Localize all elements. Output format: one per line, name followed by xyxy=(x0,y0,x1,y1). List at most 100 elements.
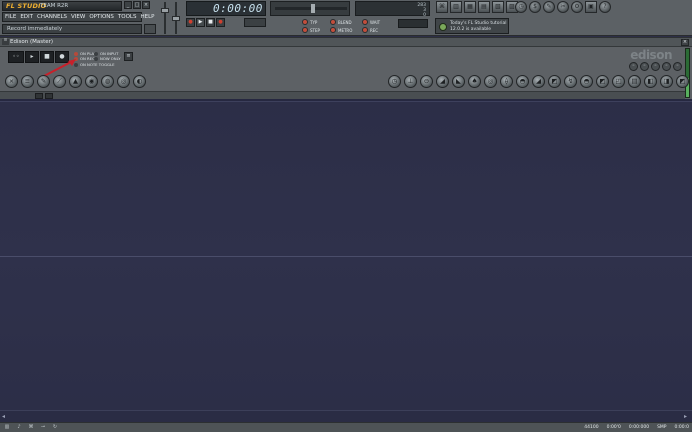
hint-options-button[interactable] xyxy=(144,24,156,34)
edison-vu-meter xyxy=(685,48,690,98)
maximize-button[interactable]: □ xyxy=(133,1,141,9)
tool-loop-icon[interactable]: ◎ xyxy=(117,75,130,88)
tool-reverse-icon[interactable]: ◓ xyxy=(580,75,593,88)
mode-on-play-radio[interactable] xyxy=(74,52,78,56)
menu-view[interactable]: VIEW xyxy=(69,14,87,20)
link-icon[interactable]: ⌘ xyxy=(436,1,448,13)
tool-search-icon[interactable]: ◐ xyxy=(133,75,146,88)
edison-options-button[interactable]: ≡ xyxy=(124,52,133,61)
tool-clubs-icon[interactable]: ♠ xyxy=(468,75,481,88)
menu-help[interactable]: HELP xyxy=(138,14,156,20)
tool-eye-icon[interactable]: ◉ xyxy=(85,75,98,88)
tool-half-icon[interactable]: ◓ xyxy=(516,75,529,88)
title-bar[interactable]: FL STUDIO TEAM R2R xyxy=(2,1,122,11)
option-blend-label: BLEND xyxy=(338,20,352,25)
mode-now-only-radio[interactable] xyxy=(94,57,98,61)
play-button[interactable]: ▶ xyxy=(196,18,205,27)
waveform-area[interactable] xyxy=(0,99,692,410)
tool-menu-icon[interactable]: ≡ xyxy=(21,75,34,88)
menu-options[interactable]: OPTIONS xyxy=(87,14,116,20)
option-wait-toggle[interactable] xyxy=(362,19,368,25)
tool-grid-icon[interactable]: ◰ xyxy=(612,75,625,88)
tempo-box[interactable] xyxy=(398,19,428,28)
time-ruler[interactable] xyxy=(0,99,692,102)
scroll-right-arrow-icon[interactable]: ▸ xyxy=(684,413,690,421)
horizontal-scrollbar[interactable]: ◂ ▸ xyxy=(0,410,692,422)
stop-button[interactable]: ■ xyxy=(206,18,215,27)
tool-wedge-icon[interactable]: ◢ xyxy=(532,75,545,88)
news-panel[interactable]: Today's FL Studio tutorial 12.0.2 is ava… xyxy=(435,18,509,34)
scroll-left-arrow-icon[interactable]: ◂ xyxy=(2,413,8,421)
pattern-song-toggle[interactable]: ● xyxy=(186,18,195,27)
zoom-vertical-button[interactable]: ◦ xyxy=(673,62,682,71)
tool-draw-icon[interactable]: ⟋ xyxy=(53,75,66,88)
tool-pencil-icon[interactable]: ✎ xyxy=(37,75,50,88)
tool-stretch-icon[interactable]: ◩ xyxy=(596,75,609,88)
time-format-readout[interactable]: SMP xyxy=(657,424,666,431)
option-step-toggle[interactable] xyxy=(302,27,308,33)
option-metronome-toggle[interactable] xyxy=(330,27,336,33)
tool-export-icon[interactable]: ◨ xyxy=(660,75,673,88)
record-button[interactable]: ● xyxy=(216,18,225,27)
close-button[interactable]: × xyxy=(142,1,150,9)
dollar-icon[interactable]: $ xyxy=(529,1,541,13)
edison-play-button[interactable]: ▸ xyxy=(25,51,39,63)
window-controls: _ □ × xyxy=(124,1,150,9)
news-line-1: Today's FL Studio tutorial xyxy=(450,21,507,26)
mixer-icon[interactable]: ▦ xyxy=(464,1,476,13)
pattern-selector[interactable] xyxy=(244,18,266,27)
master-volume-knob[interactable] xyxy=(161,8,169,13)
tool-normalize-icon[interactable]: ⊥ xyxy=(404,75,417,88)
menu-edit[interactable]: EDIT xyxy=(18,14,35,20)
tool-fade-in-icon[interactable]: ◢ xyxy=(436,75,449,88)
tool-delete-icon[interactable]: × xyxy=(5,75,18,88)
zoom-out-button[interactable]: ◦ xyxy=(640,62,649,71)
tool-save-icon[interactable]: ◩ xyxy=(676,75,689,88)
option-typing-toggle[interactable] xyxy=(302,19,308,25)
master-volume-track[interactable] xyxy=(164,2,166,34)
scissors-icon[interactable]: ✂ xyxy=(557,1,569,13)
tool-fade-out-icon[interactable]: ◣ xyxy=(452,75,465,88)
utility-icons-row: ◷ $ ✎ ✂ ⚙ ▣ ? xyxy=(515,1,611,15)
zoom-selection-button[interactable]: ◦ xyxy=(662,62,671,71)
tool-home-icon[interactable]: ◍ xyxy=(101,75,114,88)
tool-amp-icon[interactable]: ⊖ xyxy=(420,75,433,88)
gear-icon[interactable]: ⚙ xyxy=(571,1,583,13)
question-icon[interactable]: ? xyxy=(599,1,611,13)
menu-channels[interactable]: CHANNELS xyxy=(35,14,69,20)
piano-icon[interactable]: ▥ xyxy=(450,1,462,13)
edison-loop-button[interactable]: ◦◦ xyxy=(8,51,24,63)
disk-icon[interactable]: ▣ xyxy=(585,1,597,13)
status-readouts: 44100 0:00'0 0:00:000 SMP 0:00:0 xyxy=(584,424,689,431)
plug-icon[interactable]: ⊸ xyxy=(39,424,47,431)
tool-bolt-icon[interactable]: ↯ xyxy=(564,75,577,88)
note-icon[interactable]: ♪ xyxy=(15,424,23,431)
loop-icon[interactable]: ↻ xyxy=(51,424,59,431)
zoom-fit-button[interactable]: ◦ xyxy=(651,62,660,71)
edison-close-button[interactable]: × xyxy=(681,39,689,46)
edison-titlebar[interactable]: ≡ Edison (Master) × xyxy=(0,38,692,47)
master-pitch-knob[interactable] xyxy=(172,16,180,21)
tempo-icon[interactable]: ◷ xyxy=(515,1,527,13)
browser-icon[interactable]: ▧ xyxy=(492,1,504,13)
tool-circle-icon[interactable]: ◎ xyxy=(484,75,497,88)
option-blend-toggle[interactable] xyxy=(330,19,336,25)
minimize-button[interactable]: _ xyxy=(124,1,132,9)
edison-menu-icon[interactable]: ≡ xyxy=(2,38,9,45)
piano-icon[interactable]: ▥ xyxy=(3,424,11,431)
wrench-icon[interactable]: ✎ xyxy=(543,1,555,13)
time-display[interactable]: 0:00:00 xyxy=(186,1,266,16)
zoom-in-button[interactable]: ◦ xyxy=(629,62,638,71)
option-rec-toggle[interactable] xyxy=(362,27,368,33)
menu-file[interactable]: FILE xyxy=(3,14,18,20)
tool-box-icon[interactable]: ◩ xyxy=(548,75,561,88)
tool-marker-icon[interactable]: ▲ xyxy=(69,75,82,88)
link-icon[interactable]: ⌘ xyxy=(27,424,35,431)
playlist-icon[interactable]: ▤ xyxy=(478,1,490,13)
tool-spectral-icon[interactable]: ⟠ xyxy=(500,75,513,88)
tool-send-icon[interactable]: ◧ xyxy=(644,75,657,88)
menu-tools[interactable]: TOOLS xyxy=(116,14,139,20)
tool-timer-icon[interactable]: ◷ xyxy=(388,75,401,88)
sample-rate-readout: 44100 xyxy=(584,425,599,430)
tool-list-icon[interactable]: ▤ xyxy=(628,75,641,88)
